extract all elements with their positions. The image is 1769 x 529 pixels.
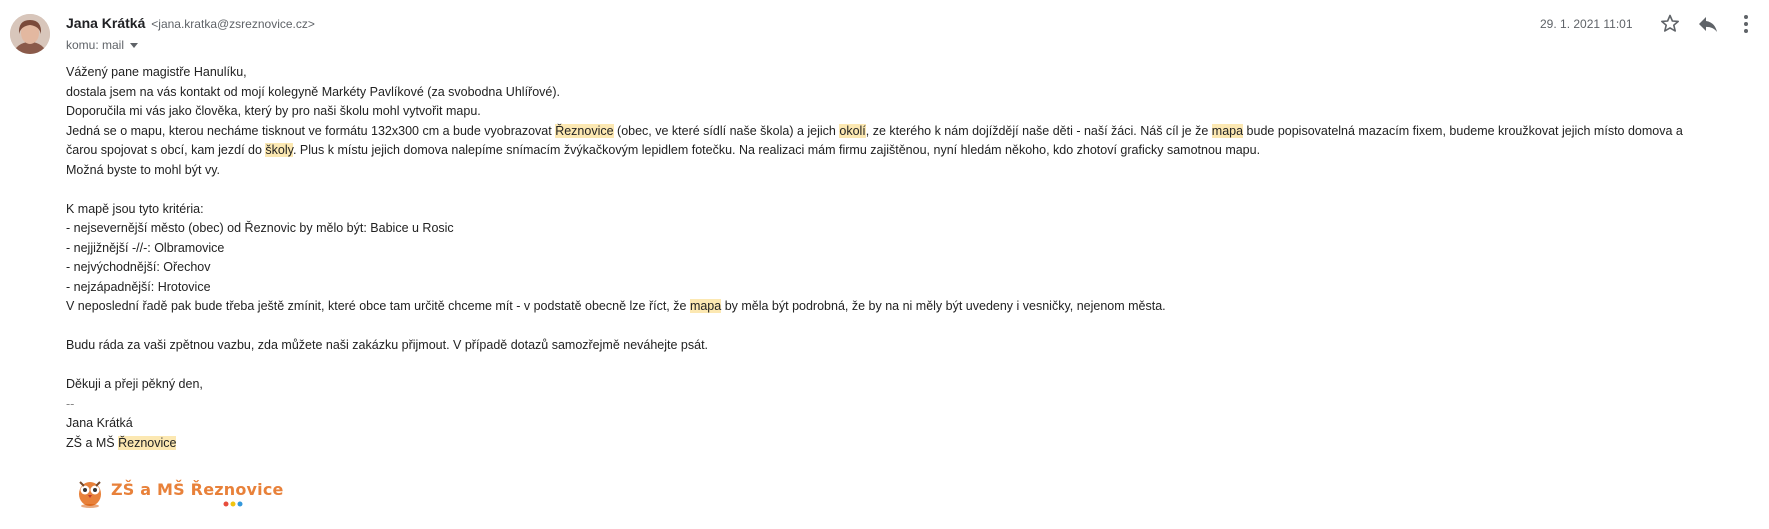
text-run: , ze kterého k nám dojíždějí naše děti -… bbox=[865, 123, 1212, 138]
chevron-down-icon bbox=[130, 43, 139, 49]
star-button[interactable] bbox=[1658, 12, 1682, 36]
body-paragraph: čarou spojovat s obcí, kam jezdí do škol… bbox=[66, 141, 1756, 161]
search-highlight: Řeznovice bbox=[118, 435, 177, 450]
more-options-button[interactable] bbox=[1734, 12, 1758, 36]
criteria-item: - nejvýchodnější: Ořechov bbox=[66, 260, 211, 274]
reply-icon bbox=[1699, 17, 1717, 32]
recipients-label: komu: mail bbox=[66, 38, 125, 52]
signature-name: Jana Krátká bbox=[66, 416, 133, 430]
email-body: Vážený pane magistře Hanulíku, dostala j… bbox=[66, 63, 1756, 453]
text-run: by měla být podrobná, že by na ni měly b… bbox=[721, 299, 1166, 313]
reply-button[interactable] bbox=[1696, 12, 1720, 36]
body-line: Doporučila mi vás jako člověka, který by… bbox=[66, 104, 481, 118]
search-highlight: mapa bbox=[689, 299, 722, 313]
search-highlight: mapa bbox=[1211, 123, 1244, 138]
greeting: Vážený pane magistře Hanulíku, bbox=[66, 65, 247, 79]
search-highlight: Řeznovice bbox=[555, 123, 614, 138]
criteria-item: - nejsevernější město (obec) od Řeznovic… bbox=[66, 221, 454, 235]
sender-name[interactable]: Jana Krátká bbox=[66, 15, 145, 31]
body-line: Budu ráda za vaši zpětnou vazbu, zda můž… bbox=[66, 338, 709, 352]
signature-org: ZŠ a MŠ Řeznovice bbox=[66, 434, 1756, 454]
criteria-title: K mapě jsou tyto kritéria: bbox=[66, 201, 204, 216]
text-run: čarou spojovat s obcí, kam jezdí do bbox=[66, 143, 266, 157]
signature-separator: -- bbox=[66, 396, 75, 411]
text-run: bude popisovatelná mazacím fixem, budeme… bbox=[1243, 123, 1683, 138]
sender-avatar[interactable] bbox=[10, 14, 50, 54]
body-paragraph: Jedná se o mapu, kterou necháme tisknout… bbox=[66, 122, 1756, 142]
text-run: ZŠ a MŠ bbox=[66, 435, 119, 450]
body-line: Možná byste to mohl být vy. bbox=[66, 162, 220, 177]
logo-text: ZŠ a MŠ Řeznovice bbox=[111, 480, 284, 499]
more-vert-icon bbox=[1744, 15, 1748, 33]
recipients-toggle[interactable]: komu: mail bbox=[66, 38, 139, 52]
text-run: V neposlední řadě pak bude třeba ještě z… bbox=[66, 299, 690, 313]
search-highlight: školy bbox=[265, 143, 293, 157]
logo-dots-icon bbox=[223, 501, 243, 507]
search-highlight: okolí bbox=[839, 123, 866, 138]
text-run: . Plus k místu jejich domova nalepíme sn… bbox=[292, 143, 1261, 157]
sender-email: <jana.kratka@zsreznovice.cz> bbox=[151, 17, 315, 31]
text-run: (obec, ve které sídlí naše škola) a jeji… bbox=[613, 123, 840, 138]
email-message: Jana Krátká <jana.kratka@zsreznovice.cz>… bbox=[0, 0, 1769, 529]
closing: Děkuji a přeji pěkný den, bbox=[66, 377, 203, 391]
body-line: dostala jsem na vás kontakt od mojí kole… bbox=[66, 84, 560, 99]
email-date: 29. 1. 2021 11:01 bbox=[1540, 17, 1633, 31]
avatar-photo bbox=[10, 14, 50, 54]
body-paragraph: V neposlední řadě pak bude třeba ještě z… bbox=[66, 297, 1756, 317]
criteria-item: - nejjižnější -//-: Olbramovice bbox=[66, 240, 225, 255]
school-logo: ZŠ a MŠ Řeznovice bbox=[74, 470, 283, 510]
text-run: Jedná se o mapu, kterou necháme tisknout… bbox=[66, 123, 556, 138]
owl-mascot-icon bbox=[79, 481, 101, 508]
star-icon bbox=[1661, 14, 1679, 32]
sender-line: Jana Krátká <jana.kratka@zsreznovice.cz> bbox=[66, 15, 315, 31]
criteria-item: - nejzápadnější: Hrotovice bbox=[66, 279, 211, 294]
